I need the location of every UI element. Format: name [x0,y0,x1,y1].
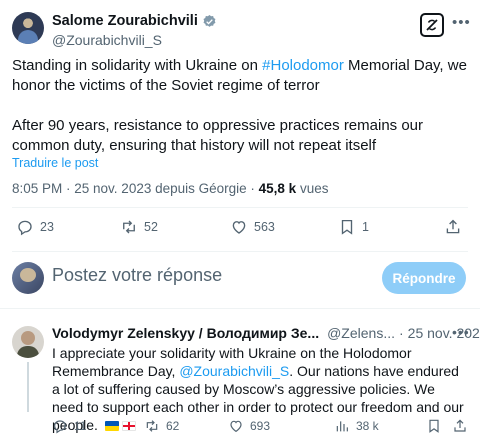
separator-dot: · [399,325,404,341]
divider [12,207,468,208]
tweet-text: Standing in solidarity with Ukraine on #… [12,56,470,156]
bookmark-button[interactable] [426,418,442,434]
like-icon [230,420,242,433]
author-row: Salome Zourabichvili [52,13,217,29]
divider [12,251,468,252]
repost-button[interactable]: 52 [120,218,158,236]
views-count: 45,8 k [258,181,297,196]
share-icon [446,219,460,234]
like-icon [232,221,246,234]
share-button[interactable] [444,218,462,236]
thread-line [27,362,29,412]
reply-count: 23 [40,220,54,234]
reply-count: 11 [74,419,87,433]
like-button[interactable]: 693 [228,418,270,434]
tweet-text-paragraph: After 90 years, resistance to oppressive… [12,117,424,154]
author-handle[interactable]: @Zourabichvili_S [52,32,162,48]
reply-button[interactable]: 23 [16,218,54,236]
reply-author-handle[interactable]: @Zelens... [327,325,395,341]
reply-icon [18,220,32,236]
like-count: 693 [250,419,271,433]
repost-count: 52 [144,220,158,234]
views-label: vues [296,181,329,196]
tweet-meta: 8:05 PM · 25 nov. 2023 depuis Géorgie · … [12,181,328,196]
reply-icon [54,420,66,434]
grok-icon [426,19,438,31]
more-icon[interactable]: ••• [452,14,471,31]
more-icon[interactable]: ••• [452,324,470,340]
divider [0,308,480,309]
like-button[interactable]: 563 [230,218,275,236]
repost-count: 62 [166,419,180,433]
reply-input[interactable]: Postez votre réponse [52,265,222,286]
avatar[interactable] [12,12,44,44]
like-count: 563 [254,220,275,234]
translate-link[interactable]: Traduire le post [12,156,98,170]
reply-actions: 11 62 693 38 k [52,418,468,436]
tweet-text-part: Standing in solidarity with Ukraine on [12,57,263,74]
repost-icon [123,220,135,234]
reply-submit-button[interactable]: Répondre [382,262,466,294]
avatar [12,262,44,294]
grok-button[interactable] [420,13,444,37]
repost-icon [146,420,158,432]
share-button[interactable] [452,418,468,434]
bookmark-icon [341,219,353,235]
views-icon [336,421,348,432]
repost-button[interactable]: 62 [144,418,179,434]
bookmark-count: 1 [362,220,369,234]
verified-badge-icon [203,14,216,27]
views-count: 38 k [356,419,379,433]
reply-author-name[interactable]: Volodymyr Zelenskyy / Володимир Зе... [52,325,319,341]
mention-link[interactable]: @Zourabichvili_S [179,363,289,379]
tweet-timestamp[interactable]: 8:05 PM · 25 nov. 2023 depuis Géorgie · [12,181,259,196]
hashtag-link[interactable]: #Holodomor [262,57,344,74]
reply-author-row: Volodymyr Zelenskyy / Володимир Зе... @Z… [52,325,480,341]
author-name[interactable]: Salome Zourabichvili [52,13,198,29]
tweet-actions: 23 52 563 1 [12,218,468,240]
bookmark-icon [429,419,439,433]
views-button[interactable]: 38 k [334,418,379,434]
share-icon [454,419,466,432]
reply-button[interactable]: 11 [52,418,86,434]
bookmark-button[interactable]: 1 [338,218,369,236]
avatar[interactable] [12,326,44,358]
